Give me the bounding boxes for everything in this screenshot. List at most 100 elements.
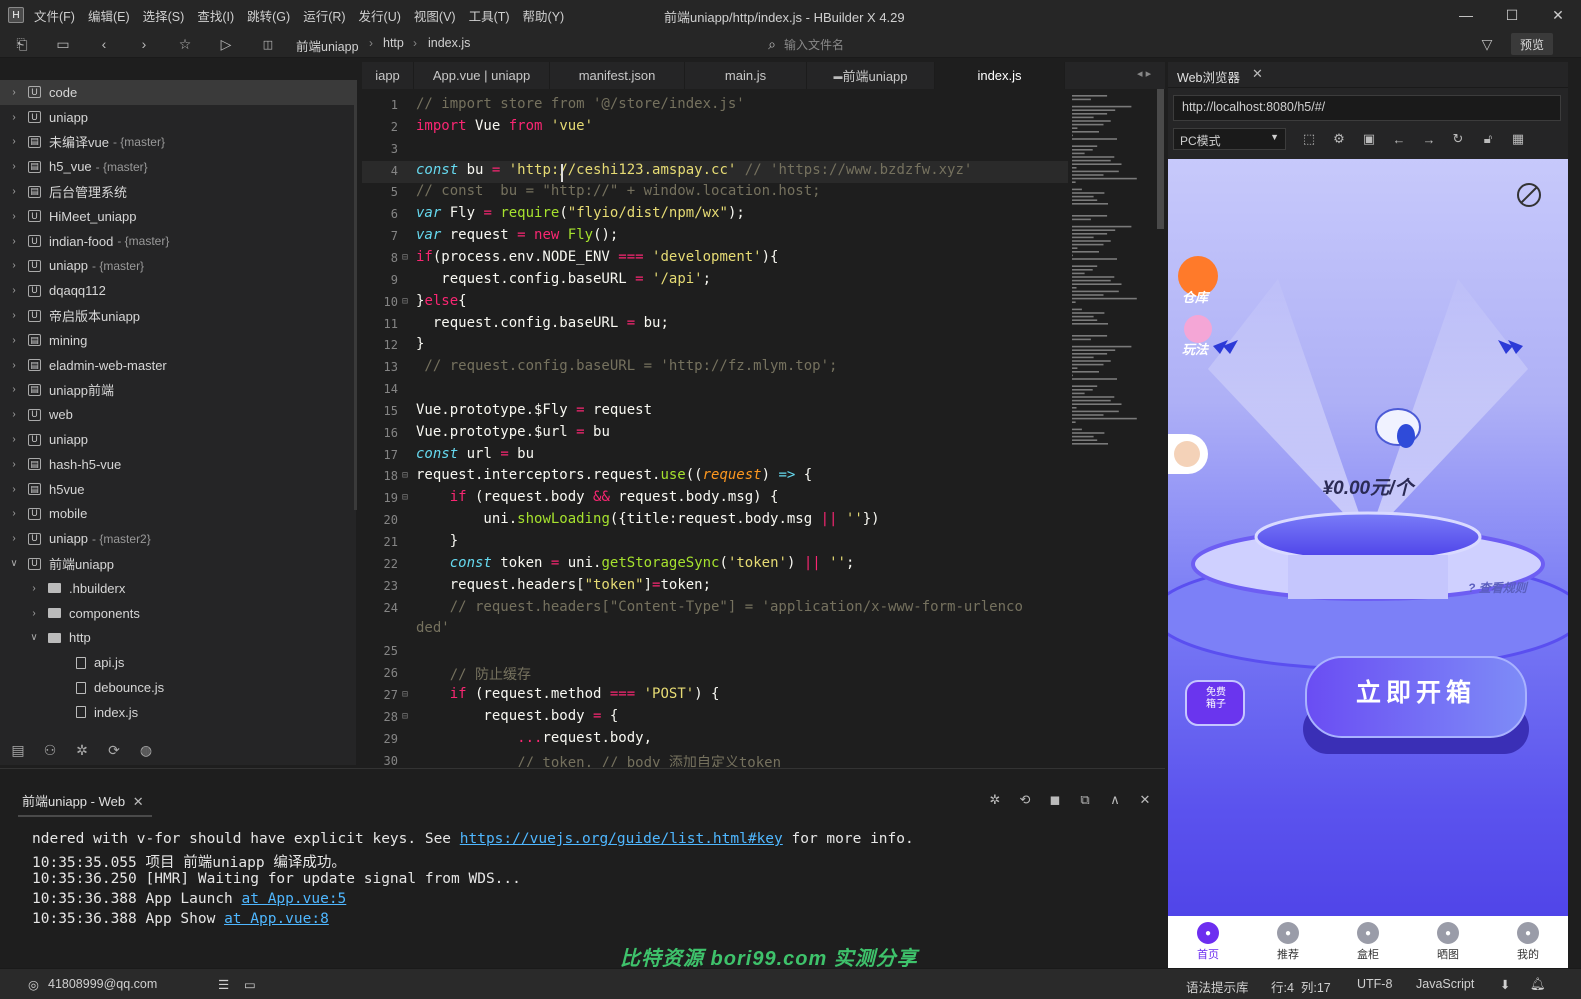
code-line[interactable]: 23 request.headers["token"]=token; xyxy=(362,576,1068,598)
tree-item[interactable]: › ▤ mining xyxy=(0,328,356,353)
tree-item[interactable]: api.js xyxy=(0,650,356,675)
chevron-down-icon[interactable]: ∨ xyxy=(28,632,40,643)
tree-item[interactable]: › U HiMeet_uniapp xyxy=(0,204,356,229)
tree-item[interactable]: ∨ U 前端uniapp xyxy=(0,551,356,576)
editor-tab[interactable]: iapp xyxy=(362,62,414,89)
menu-item[interactable]: 文件(F) xyxy=(34,6,75,25)
tree-item[interactable]: › Uuniapp - {master2} xyxy=(0,526,356,551)
chevron-right-icon[interactable]: › xyxy=(8,310,20,321)
bell-icon[interactable]: 🔔︎ xyxy=(1530,977,1546,992)
debug-icon[interactable]: ✲ xyxy=(986,791,1004,809)
browser-tab[interactable]: Web浏览器 ✕ xyxy=(1168,62,1568,88)
code-line[interactable]: 9 request.config.baseURL = '/api'; xyxy=(362,270,1068,292)
tree-item[interactable]: › Ucode xyxy=(0,80,356,105)
run-icon[interactable]: ▷ xyxy=(216,34,236,54)
tree-item[interactable]: debounce.js xyxy=(0,675,356,700)
code-line[interactable]: 16 Vue.prototype.$url = bu xyxy=(362,423,1068,445)
cursor-position[interactable]: 行:4 列:17 xyxy=(1271,977,1331,996)
tree-item[interactable]: › U 帝启版本uniapp xyxy=(0,303,356,328)
settings-icon[interactable]: ⚙ xyxy=(1329,130,1349,148)
chevron-right-icon[interactable]: › xyxy=(8,360,20,371)
code-line[interactable]: 10 ⊟}else{ xyxy=(362,292,1068,314)
code-line[interactable]: 8 ⊟ if(process.env.NODE_ENV === 'developme… xyxy=(362,248,1068,270)
nav-item[interactable]: ● 推荐 xyxy=(1248,916,1328,968)
tree-item[interactable]: › ▤ h5vue xyxy=(0,477,356,502)
tree-item[interactable]: › ▤ uniapp前端 xyxy=(0,378,356,403)
devtools-icon[interactable]: ▣ xyxy=(1359,130,1379,148)
menu-item[interactable]: 选择(S) xyxy=(143,6,185,25)
debug-icon[interactable]: ✲ xyxy=(72,740,92,760)
refresh-icon[interactable]: ↻ xyxy=(1448,130,1468,148)
tree-item[interactable]: › ▤ h5_vue - {master} xyxy=(0,154,356,179)
menu-item[interactable]: 跳转(G) xyxy=(247,6,290,25)
list-icon[interactable]: ☰ xyxy=(218,977,229,992)
file-search-input[interactable]: 输入文件名 xyxy=(784,36,844,53)
mode-select[interactable]: PC模式 ▼ xyxy=(1173,128,1286,150)
chevron-right-icon[interactable]: › xyxy=(28,608,40,619)
close-icon[interactable]: ✕ xyxy=(1535,0,1581,30)
forward-icon[interactable]: → xyxy=(1419,130,1439,148)
close-icon[interactable]: ✕ xyxy=(1252,66,1263,82)
maximize-icon[interactable]: ☐ xyxy=(1489,0,1535,30)
qrcode-icon[interactable]: ▦ xyxy=(1508,130,1528,148)
tree-item[interactable]: › Uuniapp - {master} xyxy=(0,254,356,279)
new-file-icon[interactable]: ⎗ xyxy=(12,34,32,54)
tree-item[interactable]: › Uweb xyxy=(0,402,356,427)
breadcrumb-project[interactable]: 前端uniapp xyxy=(296,36,359,55)
tree-item[interactable]: index.js xyxy=(0,700,356,725)
tree-item[interactable]: › Udqaqq112 xyxy=(0,278,356,303)
encoding[interactable]: UTF-8 xyxy=(1357,977,1392,991)
free-box-button[interactable]: 免费 箱子 xyxy=(1198,687,1234,711)
chevron-right-icon[interactable]: › xyxy=(8,186,20,197)
lock-icon[interactable]: 🔓︎ xyxy=(1478,130,1498,148)
console-link[interactable]: at App.vue:5 xyxy=(242,891,347,907)
editor-tab[interactable]: manifest.json xyxy=(550,62,685,89)
restart-icon[interactable]: ⟲ xyxy=(1016,791,1034,809)
code-line[interactable]: 7 var request = new Fly(); xyxy=(362,226,1068,248)
code-line[interactable]: 25 xyxy=(362,641,1068,663)
chevron-right-icon[interactable]: › xyxy=(8,409,20,420)
rules-link[interactable]: ? 查看规则 xyxy=(1468,579,1527,596)
terminal-icon[interactable]: ▭ xyxy=(244,977,256,992)
nav-item[interactable]: ● 盒柜 xyxy=(1328,916,1408,968)
fold-toggle-icon[interactable]: ⊟ xyxy=(402,296,408,307)
code-line[interactable]: 6 var Fly = require("flyio/dist/npm/wx"); xyxy=(362,204,1068,226)
chevron-right-icon[interactable]: › xyxy=(8,211,20,222)
url-input[interactable]: http://localhost:8080/h5/#/ xyxy=(1173,95,1561,121)
editor-tab[interactable]: main.js xyxy=(685,62,807,89)
open-box-button[interactable]: 立即开箱 xyxy=(1306,673,1526,709)
code-line[interactable]: 20 uni.showLoading({title:request.body.m… xyxy=(362,510,1068,532)
chevron-up-icon[interactable]: ∧ xyxy=(1106,791,1124,809)
user-account[interactable]: 41808999@qq.com xyxy=(48,977,157,991)
forward-icon[interactable]: › xyxy=(134,34,154,54)
close-icon[interactable]: ✕ xyxy=(133,794,144,809)
preview-button[interactable]: 预览 xyxy=(1511,33,1553,55)
plugin-icon[interactable]: ⚇ xyxy=(40,740,60,760)
code-line[interactable]: 2 import Vue from 'vue' xyxy=(362,117,1068,139)
menu-item[interactable]: 视图(V) xyxy=(414,6,456,25)
nav-item[interactable]: ● 晒图 xyxy=(1408,916,1488,968)
download-icon[interactable]: ⬇ xyxy=(1500,977,1510,992)
editor-tab[interactable]: ▬ 前端uniapp xyxy=(807,62,935,89)
code-line[interactable]: 27 ⊟ if (request.method === 'POST') { xyxy=(362,685,1068,707)
code-line[interactable]: 13 // request.config.baseURL = 'http://f… xyxy=(362,357,1068,379)
language-mode[interactable]: JavaScript xyxy=(1416,977,1474,991)
console-output[interactable]: 比特资源 bori99.com 实测分享 ndered with v-for s… xyxy=(0,818,1165,970)
editor-scrollbar[interactable] xyxy=(1156,89,1165,767)
hint-library[interactable]: 语法提示库 xyxy=(1186,977,1249,996)
chevron-right-icon[interactable]: › xyxy=(8,236,20,247)
code-line[interactable]: 3 xyxy=(362,139,1068,161)
menu-item[interactable]: 编辑(E) xyxy=(88,6,130,25)
editor-scroll-thumb[interactable] xyxy=(1157,89,1164,229)
chevron-right-icon[interactable]: › xyxy=(28,583,40,594)
chevron-right-icon[interactable]: › xyxy=(8,161,20,172)
code-line[interactable]: 28 ⊟ request.body = { xyxy=(362,707,1068,729)
filter-icon[interactable]: ▽ xyxy=(1477,34,1497,54)
menu-item[interactable]: 工具(T) xyxy=(469,6,510,25)
code-line[interactable]: 22 const token = uni.getStorageSync('tok… xyxy=(362,554,1068,576)
code-line[interactable]: 14 xyxy=(362,379,1068,401)
tree-item[interactable]: › ▤ 后台管理系统 xyxy=(0,179,356,204)
open-external-icon[interactable]: ⧉ xyxy=(1076,791,1094,809)
screenshot-icon[interactable]: ⬚ xyxy=(1299,130,1319,148)
chevron-right-icon[interactable]: › xyxy=(8,285,20,296)
